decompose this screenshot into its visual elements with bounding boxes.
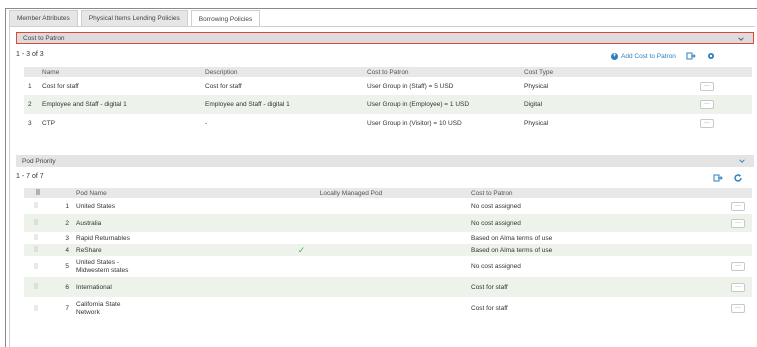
row-cost: Based on Alma terms of use bbox=[471, 234, 553, 242]
tab-member-attributes[interactable]: Member Attributes bbox=[9, 10, 78, 26]
refresh-icon[interactable] bbox=[733, 173, 743, 183]
export-icon[interactable] bbox=[713, 173, 723, 183]
row-cost: No cost assigned bbox=[471, 263, 521, 270]
row-cost: No cost assigned bbox=[471, 219, 521, 227]
table-header: ⠿ Pod Name Locally Managed Pod Cost to P… bbox=[24, 188, 752, 198]
export-icon[interactable] bbox=[686, 51, 696, 61]
table-row[interactable]: 1 Cost for staff Cost for staff User Gro… bbox=[24, 77, 752, 95]
row-number: 6 bbox=[65, 283, 69, 291]
row-type: Physical bbox=[524, 120, 549, 127]
row-pod-name: United States - Midwestern states bbox=[76, 258, 129, 274]
col-locally-managed-pod[interactable]: Locally Managed Pod bbox=[231, 190, 467, 197]
pod-priority-header[interactable]: Pod Priority bbox=[16, 155, 754, 167]
table-row[interactable]: ⠿ 2 Australia No cost assigned ··· bbox=[24, 214, 752, 232]
table-row[interactable]: ⠿ 1 United States No cost assigned ··· bbox=[24, 198, 752, 214]
pod-priority-table: ⠿ Pod Name Locally Managed Pod Cost to P… bbox=[24, 188, 752, 320]
result-count: 1 - 7 of 7 bbox=[16, 173, 44, 180]
row-cost: User Group in (Visitor) = 10 USD bbox=[367, 120, 462, 127]
table-row[interactable]: ⠿ 4 ReShare ✓ Based on Alma terms of use bbox=[24, 244, 752, 256]
col-pod-name[interactable]: Pod Name bbox=[72, 190, 231, 197]
tab-borrowing-policies[interactable]: Borrowing Policies bbox=[190, 10, 261, 27]
row-actions-button[interactable]: ··· bbox=[731, 304, 745, 313]
row-cost: User Group in (Staff) = 5 USD bbox=[367, 82, 454, 90]
cost-toolbar: + Add Cost to Patron bbox=[611, 51, 716, 61]
table-row[interactable]: 3 CTP - User Group in (Visitor) = 10 USD… bbox=[24, 114, 752, 133]
drag-handle-icon[interactable]: ⠿ bbox=[24, 219, 48, 227]
cost-to-patron-table: Name Description Cost to Patron Cost Typ… bbox=[24, 67, 752, 133]
col-cost-to-patron[interactable]: Cost to Patron bbox=[467, 190, 707, 197]
row-number: 2 bbox=[65, 219, 69, 227]
row-pod-name: Rapid Returnables bbox=[76, 234, 130, 242]
chevron-down-icon[interactable] bbox=[738, 157, 746, 165]
tab-bar: Member Attributes Physical Items Lending… bbox=[9, 10, 263, 27]
row-actions-button[interactable]: ··· bbox=[700, 81, 714, 91]
drag-handle-icon[interactable]: ⠿ bbox=[24, 283, 48, 291]
table-row[interactable]: ⠿ 5 United States - Midwestern states No… bbox=[24, 256, 752, 277]
drag-handle-icon[interactable]: ⠿ bbox=[24, 234, 48, 242]
row-actions-button[interactable]: ··· bbox=[700, 119, 714, 128]
row-description: - bbox=[205, 120, 208, 127]
row-actions-button[interactable]: ··· bbox=[731, 218, 745, 228]
col-cost-to-patron[interactable]: Cost to Patron bbox=[363, 69, 520, 76]
row-pod-name: International bbox=[76, 283, 112, 291]
cost-to-patron-header[interactable]: Cost to Patron bbox=[16, 32, 754, 44]
col-cost-type[interactable]: Cost Type bbox=[520, 69, 700, 76]
row-actions-button[interactable]: ··· bbox=[731, 282, 745, 292]
row-type: Physical bbox=[524, 82, 549, 90]
row-name: CTP bbox=[42, 120, 55, 127]
drag-handle-icon[interactable]: ⠿ bbox=[24, 246, 48, 254]
row-description: Employee and Staff - digital 1 bbox=[205, 101, 290, 108]
row-pod-name: ReShare bbox=[76, 246, 102, 254]
drag-handle-icon[interactable]: ⠿ bbox=[24, 202, 48, 210]
section-title: Cost to Patron bbox=[23, 34, 65, 42]
row-number: 1 bbox=[65, 202, 69, 210]
row-cost: No cost assigned bbox=[471, 202, 521, 210]
drag-handle-icon: ⠿ bbox=[35, 190, 41, 197]
plus-circle-icon: + bbox=[611, 52, 618, 60]
gear-icon[interactable] bbox=[706, 51, 716, 61]
add-cost-to-patron-link[interactable]: + Add Cost to Patron bbox=[611, 52, 676, 60]
table-row[interactable]: ⠿ 6 International Cost for staff ··· bbox=[24, 277, 752, 297]
col-name[interactable]: Name bbox=[38, 69, 201, 76]
row-name: Employee and Staff - digital 1 bbox=[42, 101, 127, 108]
row-number: 4 bbox=[65, 246, 69, 254]
row-name: Cost for staff bbox=[42, 82, 79, 90]
row-cost: Cost for staff bbox=[471, 283, 508, 291]
row-actions-button[interactable]: ··· bbox=[731, 201, 745, 211]
drag-handle-icon[interactable]: ⠿ bbox=[24, 305, 48, 313]
row-actions-button[interactable]: ··· bbox=[700, 100, 714, 109]
table-row[interactable]: ⠿ 7 California State Network Cost for st… bbox=[24, 297, 752, 320]
row-cost: Cost for staff bbox=[471, 305, 508, 312]
chevron-down-icon[interactable] bbox=[737, 35, 745, 43]
drag-handle-icon[interactable]: ⠿ bbox=[24, 263, 48, 271]
row-number: 7 bbox=[65, 305, 69, 312]
row-number: 5 bbox=[65, 263, 69, 270]
row-pod-name: Australia bbox=[76, 219, 102, 227]
row-number: 1 bbox=[28, 82, 32, 90]
row-cost: User Group in (Employee) = 1 USD bbox=[367, 101, 470, 108]
col-description[interactable]: Description bbox=[201, 69, 363, 76]
row-pod-name: California State Network bbox=[76, 300, 121, 316]
row-description: Cost for staff bbox=[205, 82, 242, 90]
row-pod-name: United States bbox=[76, 202, 116, 210]
row-cost: Based on Alma terms of use bbox=[471, 246, 553, 254]
pod-toolbar bbox=[713, 173, 743, 183]
table-row[interactable]: ⠿ 3 Rapid Returnables Based on Alma term… bbox=[24, 232, 752, 244]
row-number: 3 bbox=[65, 234, 69, 242]
tab-content: Cost to Patron 1 - 3 of 3 + Add Cost to … bbox=[9, 26, 755, 347]
section-title: Pod Priority bbox=[22, 157, 56, 165]
row-number: 2 bbox=[28, 101, 32, 108]
add-cost-label: Add Cost to Patron bbox=[621, 52, 676, 60]
row-actions-button[interactable]: ··· bbox=[731, 262, 745, 271]
row-number: 3 bbox=[28, 120, 32, 127]
table-row[interactable]: 2 Employee and Staff - digital 1 Employe… bbox=[24, 95, 752, 114]
tab-physical-items-lending-policies[interactable]: Physical Items Lending Policies bbox=[80, 10, 188, 26]
checkmark-icon: ✓ bbox=[297, 244, 306, 255]
table-header: Name Description Cost to Patron Cost Typ… bbox=[24, 67, 752, 77]
result-count: 1 - 3 of 3 bbox=[16, 51, 44, 58]
row-type: Digital bbox=[524, 101, 543, 108]
